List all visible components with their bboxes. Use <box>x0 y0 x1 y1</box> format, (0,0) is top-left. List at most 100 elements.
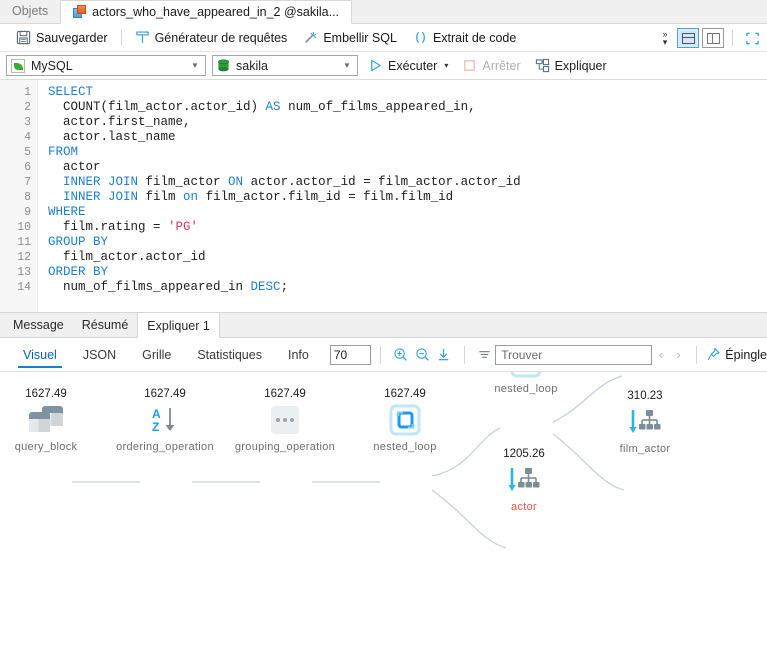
mysql-dolphin-icon <box>11 58 25 73</box>
sql-editor[interactable]: 1 2 3 4 5 6 7 8 9 10 11 12 13 14 SELECT COUNT(film_ac… <box>0 80 767 312</box>
subtoolbar-divider-2 <box>463 345 465 364</box>
magic-wand-icon <box>305 31 317 43</box>
beautify-sql-label: Embellir SQL <box>323 30 397 45</box>
driver-select-value: MySQL <box>31 58 73 73</box>
pin-button[interactable]: Épingle <box>706 347 767 362</box>
zoom-level-input[interactable]: 70 <box>329 344 372 365</box>
find-next-button[interactable]: › <box>670 347 688 362</box>
node-ordering_operation[interactable]: 1627.49 A Z ordering_operation <box>105 388 225 453</box>
node-actor-label: actor <box>511 501 537 513</box>
pin-button-label: Épingle <box>725 347 767 362</box>
execute-dropdown-caret-icon[interactable]: ▾ <box>444 61 448 70</box>
code-snippet-button[interactable]: Extrait de code <box>405 26 524 50</box>
chevron-down-icon: ▾ <box>344 60 350 70</box>
code-snippet-label: Extrait de code <box>432 30 517 45</box>
node-actor[interactable]: 1205.26 actor <box>464 448 584 513</box>
editor-line-number: 4 <box>24 131 31 144</box>
editor-line-number: 14 <box>17 281 31 294</box>
node-film_actor[interactable]: 310.23 film_actor <box>585 390 705 455</box>
execute-button-label: Exécuter <box>388 58 438 73</box>
editor-line-number: 5 <box>24 146 31 159</box>
editor-code-area[interactable]: SELECT COUNT(film_actor.actor_id) AS num… <box>38 80 767 312</box>
node-nested_loop-2[interactable]: 422.23 nested_loop <box>466 372 586 395</box>
node-nested_loop-1-label: nested_loop <box>373 441 437 453</box>
result-tab-message-label: Message <box>13 317 64 332</box>
result-tab-expliquer-1[interactable]: Expliquer 1 <box>137 312 220 338</box>
layout-horizontal-split-button[interactable] <box>677 28 699 48</box>
tab-query-document[interactable]: actors_who_have_appeared_in_2 @sakila... <box>60 0 353 24</box>
editor-code-line: GROUP BY <box>48 235 109 249</box>
index-lookup-icon <box>464 463 584 497</box>
ellipsis-box-icon <box>225 403 345 437</box>
toolbar-divider-1 <box>120 29 122 46</box>
node-actor-cost: 1205.26 <box>503 448 545 460</box>
editor-line-number: 3 <box>24 116 31 129</box>
tab-grille[interactable]: Grille <box>129 339 184 371</box>
stop-button[interactable]: Arrêter <box>458 55 524 77</box>
filter-button[interactable] <box>474 344 496 366</box>
explain-view-toolbar: Visuel JSON Grille Statistiques Info 70 <box>0 338 767 372</box>
explain-button[interactable]: Expliquer <box>531 55 611 77</box>
tab-json[interactable]: JSON <box>70 339 129 371</box>
tab-objets[interactable]: Objets <box>0 0 61 23</box>
result-tab-resume[interactable]: Résumé <box>73 312 138 337</box>
database-tab-icon <box>73 5 87 19</box>
parentheses-icon <box>416 31 425 44</box>
fullscreen-button[interactable] <box>741 27 763 49</box>
svg-text:A: A <box>152 407 161 421</box>
tab-visuel[interactable]: Visuel <box>10 339 70 371</box>
save-icon <box>16 30 31 45</box>
editor-code-line: film.rating = 'PG' <box>48 220 199 234</box>
tab-info[interactable]: Info <box>275 339 322 371</box>
node-nested_loop-1[interactable]: 1627.49 nested_loop <box>345 388 465 453</box>
editor-code-line: FROM <box>48 145 79 159</box>
find-prev-button[interactable]: ‹ <box>652 347 670 362</box>
query-builder-button[interactable]: Générateur de requêtes <box>127 26 296 50</box>
chevron-down-icon: ▾ <box>192 60 198 70</box>
zoom-in-icon <box>394 348 408 361</box>
execute-button[interactable]: Exécuter ▾ <box>364 55 452 77</box>
editor-code-line: COUNT(film_actor.actor_id) AS num_of_fil… <box>48 100 476 114</box>
node-query_block[interactable]: 1627.49 query_block <box>0 388 106 453</box>
result-tab-message[interactable]: Message <box>4 312 73 337</box>
editor-line-number: 8 <box>24 191 31 204</box>
play-triangle-icon <box>371 59 381 72</box>
download-button[interactable] <box>433 344 455 366</box>
fullscreen-icon <box>745 32 759 44</box>
zoom-out-button[interactable] <box>412 344 434 366</box>
editor-code-line: actor <box>48 160 101 174</box>
chevron-right-icon: › <box>676 347 681 362</box>
tab-visuel-label: Visuel <box>23 347 57 362</box>
editor-line-number: 7 <box>24 176 31 189</box>
editor-code-line: film_actor.actor_id <box>48 250 206 264</box>
tab-statistiques[interactable]: Statistiques <box>184 339 275 371</box>
tab-json-label: JSON <box>82 347 117 362</box>
document-tabstrip: Objets actors_who_have_appeared_in_2 @sa… <box>0 0 767 24</box>
toolbar-overflow-button[interactable]: » ▾ <box>656 25 674 51</box>
editor-code-line: SELECT <box>48 85 94 99</box>
node-ordering_operation-cost: 1627.49 <box>144 388 186 400</box>
visual-explain-canvas[interactable]: 1627.49 query_block 1627.49 A Z ordering… <box>0 372 767 624</box>
tab-statistiques-label: Statistiques <box>197 347 262 362</box>
save-button[interactable]: Sauvegarder <box>8 26 116 50</box>
layout-vertical-split-button[interactable] <box>702 28 724 48</box>
beautify-sql-button[interactable]: Embellir SQL <box>295 26 405 50</box>
node-grouping_operation[interactable]: 1627.49 grouping_operation <box>225 388 345 453</box>
zoom-out-icon <box>416 348 429 361</box>
main-toolbar: Sauvegarder Générateur de requêtes Embel… <box>0 24 767 52</box>
query-builder-label: Générateur de requêtes <box>154 30 288 45</box>
tab-grille-label: Grille <box>142 347 172 362</box>
result-tab-resume-label: Résumé <box>81 317 129 332</box>
editor-line-number: 12 <box>17 251 31 264</box>
find-input[interactable]: Trouver <box>495 344 653 365</box>
editor-line-number: 13 <box>17 266 31 279</box>
zoom-level-value: 70 <box>333 347 348 362</box>
zoom-in-button[interactable] <box>390 344 412 366</box>
pin-icon <box>707 348 720 361</box>
driver-select[interactable]: MySQL ▾ <box>6 55 206 76</box>
editor-code-line: ORDER BY <box>48 265 109 279</box>
editor-line-number: 10 <box>17 221 31 234</box>
database-select[interactable]: sakila ▾ <box>212 55 358 76</box>
database-select-value: sakila <box>236 58 268 73</box>
chevron-left-icon: ‹ <box>658 347 664 362</box>
